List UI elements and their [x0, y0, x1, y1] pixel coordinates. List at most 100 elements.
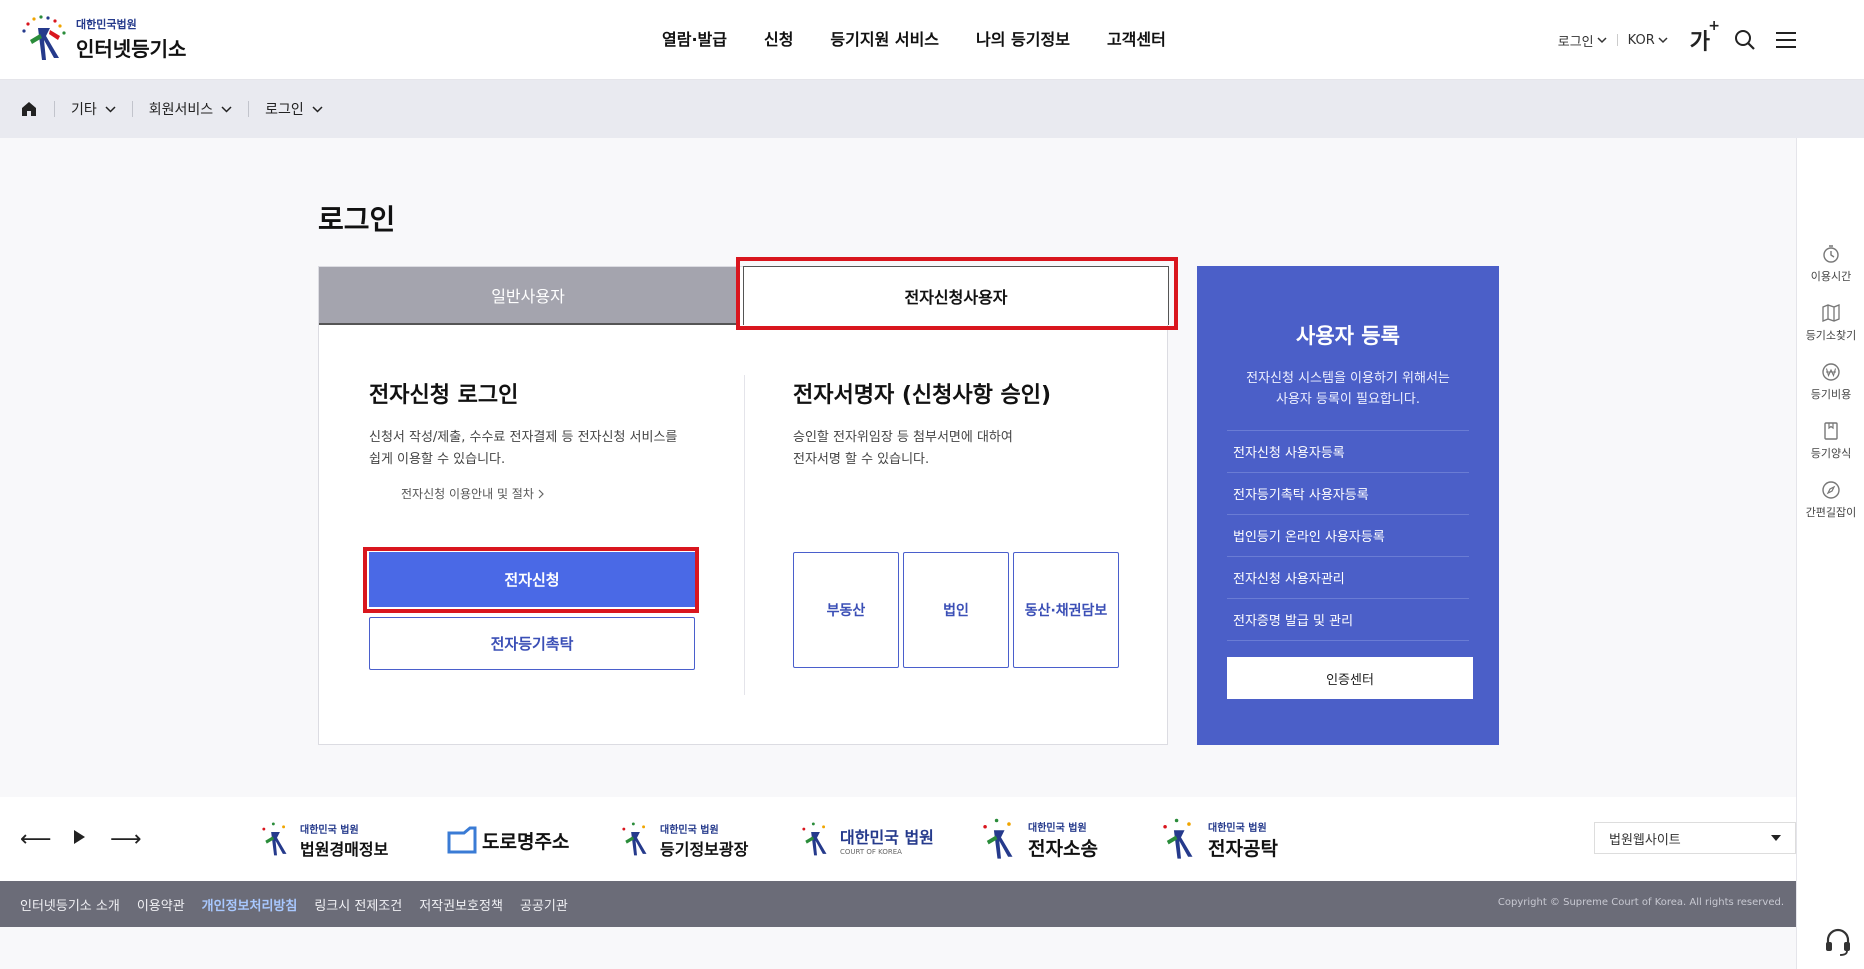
user-registration-panel: 사용자 등록 전자신청 시스템을 이용하기 위해서는 사용자 등록이 필요합니다…	[1197, 266, 1499, 745]
e-signer-title: 전자서명자 (신청사항 승인)	[793, 383, 1052, 408]
logo-title: 인터넷등기소	[76, 37, 187, 61]
footer-link-public-institutions[interactable]: 공공기관	[520, 895, 568, 914]
banner-logo-e-deposit[interactable]: 대한민국 법원 전자공탁	[1158, 815, 1278, 865]
language-label: KOR	[1627, 32, 1655, 48]
tab-e-filing-user[interactable]: 전자신청사용자	[743, 266, 1169, 325]
home-icon[interactable]	[20, 100, 38, 118]
footer-link-about[interactable]: 인터넷등기소 소개	[20, 895, 120, 914]
menu-button[interactable]	[1774, 30, 1798, 50]
e-registry-commission-button[interactable]: 전자등기촉탁	[369, 617, 695, 670]
list-item[interactable]: 전자신청 사용자등록	[1227, 431, 1469, 473]
list-item[interactable]: 전자등기촉탁 사용자등록	[1227, 473, 1469, 515]
arrow-left-icon[interactable]: ⟵	[20, 827, 52, 852]
e-signer-desc: 승인할 전자위임장 등 첨부서면에 대하여 전자서명 할 수 있습니다.	[793, 430, 1013, 467]
chevron-down-icon	[312, 105, 323, 113]
quick-item-hours[interactable]: 이용시간	[1797, 244, 1864, 284]
real-estate-button[interactable]: 부동산	[793, 552, 899, 668]
banner-title: 전자공탁	[1208, 838, 1278, 860]
banner-subtitle: 대한민국 법원	[300, 824, 359, 836]
e-filing-guide-link[interactable]: 전자신청 이용안내 및 절차	[401, 485, 544, 502]
related-sites-banner: ⟵ ⟶ 대한민국 법원 법원경매정보 도로명주소 대한민국 법원 등기정보광장 …	[0, 797, 1796, 881]
nav-item-apply[interactable]: 신청	[764, 26, 793, 50]
search-button[interactable]	[1734, 29, 1756, 51]
banner-subtitle: 대한민국 법원	[1028, 823, 1087, 834]
quick-menu: 이용시간 등기소찾기 등기비용 등기양식 간편길잡이	[1796, 138, 1864, 969]
e-filing-login-desc: 신청서 작성/제출, 수수료 전자결제 등 전자신청 서비스를 쉽게 이용할 수…	[369, 430, 678, 467]
won-coin-icon	[1822, 363, 1840, 381]
compass-icon	[1822, 481, 1840, 499]
registration-list: 전자신청 사용자등록 전자등기촉탁 사용자등록 법인등기 온라인 사용자등록 전…	[1227, 430, 1469, 641]
banner-title: 전자소송	[1028, 838, 1098, 860]
quick-label: 등기비용	[1810, 388, 1852, 401]
font-size-button[interactable]: 가 +	[1689, 18, 1720, 56]
nav-item-customer-center[interactable]: 고객센터	[1107, 26, 1166, 50]
footer-link-terms[interactable]: 이용약관	[137, 895, 185, 914]
breadcrumb-item-member-service[interactable]: 회원서비스	[149, 99, 232, 119]
breadcrumb-label: 로그인	[265, 102, 304, 118]
court-emblem-icon	[1158, 816, 1204, 864]
banner-title: 법원경매정보	[300, 839, 389, 859]
site-footer: 인터넷등기소 소개 이용약관 개인정보처리방침 링크시 전제조건 저작권보호정책…	[0, 881, 1796, 927]
corporation-button[interactable]: 법인	[903, 552, 1009, 668]
list-item[interactable]: 전자신청 사용자관리	[1227, 557, 1469, 599]
registration-desc: 전자신청 시스템을 이용하기 위해서는 사용자 등록이 필요합니다.	[1246, 371, 1450, 407]
nav-item-support[interactable]: 등기지원 서비스	[830, 26, 939, 50]
court-emblem-icon	[618, 820, 656, 860]
main-nav: 열람·발급 신청 등기지원 서비스 나의 등기정보 고객센터	[662, 26, 1166, 50]
quick-label: 간편길잡이	[1805, 506, 1857, 519]
play-icon[interactable]	[72, 826, 86, 851]
road-address-icon	[447, 826, 477, 854]
column-divider	[744, 375, 745, 695]
e-filing-login-section: 전자신청 로그인 신청서 작성/제출, 수수료 전자결제 등 전자신청 서비스를…	[369, 377, 699, 502]
banner-logo-registry-data[interactable]: 대한민국 법원 등기정보광장	[618, 815, 748, 865]
court-emblem-icon	[258, 820, 296, 860]
nav-item-my-info[interactable]: 나의 등기정보	[976, 26, 1070, 50]
login-dropdown-label: 로그인	[1557, 34, 1594, 50]
footer-link-privacy[interactable]: 개인정보처리방침	[202, 895, 298, 914]
list-item[interactable]: 전자증명 발급 및 관리	[1227, 599, 1469, 641]
court-emblem-icon	[978, 816, 1024, 864]
page-title: 로그인	[318, 203, 396, 236]
court-sites-select-label: 법원웹사이트	[1609, 832, 1681, 848]
banner-logo-road-address[interactable]: 도로명주소	[446, 815, 569, 865]
chevron-down-icon	[221, 105, 232, 113]
banner-logo-auction[interactable]: 대한민국 법원 법원경매정보	[258, 815, 388, 865]
breadcrumb-label: 기타	[71, 102, 97, 118]
breadcrumb-item-etc[interactable]: 기타	[71, 99, 116, 119]
caret-down-icon	[1771, 835, 1781, 841]
banner-subtitle: 대한민국 법원	[1208, 823, 1267, 834]
copyright-text: Copyright © Supreme Court of Korea. All …	[1497, 897, 1784, 908]
site-logo[interactable]: 대한민국법원 인터넷등기소	[20, 14, 186, 64]
court-sites-select[interactable]: 법원웹사이트	[1594, 822, 1796, 854]
quick-item-find-office[interactable]: 등기소찾기	[1797, 303, 1864, 343]
e-filing-button[interactable]: 전자신청	[369, 552, 695, 607]
divider	[54, 101, 55, 117]
chatbot-headset-icon[interactable]	[1823, 926, 1853, 958]
certification-center-button[interactable]: 인증센터	[1227, 657, 1473, 699]
divider	[131, 101, 133, 117]
language-dropdown[interactable]: KOR	[1628, 33, 1668, 48]
e-signer-buttons: 부동산 법인 동산·채권담보	[793, 552, 1119, 668]
breadcrumb-label: 회원서비스	[148, 102, 214, 118]
banner-logo-court-of-korea[interactable]: 대한민국 법원 COURT OF KOREA	[798, 815, 934, 865]
footer-link-link-conditions[interactable]: 링크시 전제조건	[314, 895, 402, 914]
banner-logo-e-litigation[interactable]: 대한민국 법원 전자소송	[978, 815, 1098, 865]
quick-label: 등기소찾기	[1805, 329, 1857, 342]
arrow-right-icon[interactable]: ⟶	[110, 827, 142, 852]
login-dropdown[interactable]: 로그인	[1558, 31, 1607, 50]
footer-link-copyright-policy[interactable]: 저작권보호정책	[419, 895, 503, 914]
movable-bond-collateral-button[interactable]: 동산·채권담보	[1013, 552, 1119, 668]
site-header: 대한민국법원 인터넷등기소 열람·발급 신청 등기지원 서비스 나의 등기정보 …	[0, 0, 1864, 80]
tab-general-user[interactable]: 일반사용자	[319, 267, 737, 325]
chevron-down-icon	[105, 105, 116, 113]
quick-item-guide[interactable]: 간편길잡이	[1797, 480, 1864, 520]
chevron-down-icon	[1658, 36, 1668, 43]
nav-item-view-issue[interactable]: 열람·발급	[662, 26, 727, 50]
quick-item-forms[interactable]: 등기양식	[1797, 421, 1864, 461]
font-size-label: 가	[1689, 30, 1710, 55]
chevron-right-icon	[538, 489, 544, 498]
breadcrumb-item-login[interactable]: 로그인	[265, 99, 323, 119]
list-item[interactable]: 법인등기 온라인 사용자등록	[1227, 515, 1469, 557]
search-icon	[1735, 30, 1755, 50]
quick-item-cost[interactable]: 등기비용	[1797, 362, 1864, 402]
